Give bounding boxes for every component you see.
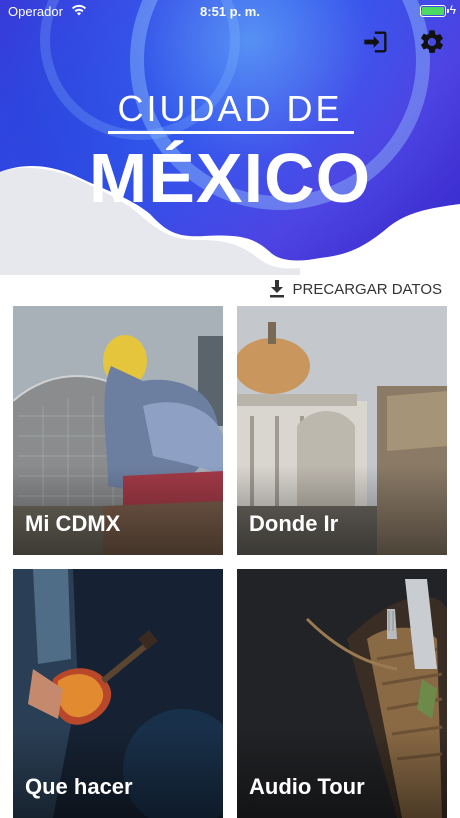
gear-icon <box>421 30 443 53</box>
tile-label: Donde Ir <box>249 511 339 536</box>
tile-donde-ir[interactable]: Donde Ir <box>237 306 447 555</box>
city-title-line1: CIUDAD DE <box>117 88 343 129</box>
tile-label: Audio Tour <box>249 774 365 799</box>
preload-label: PRECARGAR DATOS <box>292 280 442 298</box>
tile-audio-tour[interactable]: Audio Tour <box>237 569 447 818</box>
tile-mi-cdmx[interactable]: Mi CDMX <box>13 306 223 555</box>
charging-icon: ϟ <box>449 3 456 17</box>
battery-icon <box>420 5 449 17</box>
login-button[interactable] <box>362 28 390 56</box>
tile-label: Que hacer <box>25 774 133 799</box>
status-time: 8:51 p. m. <box>200 4 260 19</box>
tile-label: Mi CDMX <box>25 511 121 536</box>
header-banner: CIUDAD DE MÉXICO <box>0 0 460 275</box>
tile-que-hacer[interactable]: Que hacer <box>13 569 223 818</box>
settings-button[interactable] <box>418 28 446 56</box>
status-bar: Operador 8:51 p. m. ϟ <box>0 0 460 24</box>
download-icon <box>269 280 284 298</box>
title-divider <box>108 131 354 134</box>
tile-shade <box>13 728 223 818</box>
city-title-line2: MÉXICO <box>88 139 372 217</box>
tile-shade <box>237 465 447 555</box>
preload-data-button[interactable]: PRECARGAR DATOS <box>269 278 442 300</box>
login-icon <box>364 31 387 53</box>
tile-shade <box>13 465 223 555</box>
tile-shade <box>237 728 447 818</box>
